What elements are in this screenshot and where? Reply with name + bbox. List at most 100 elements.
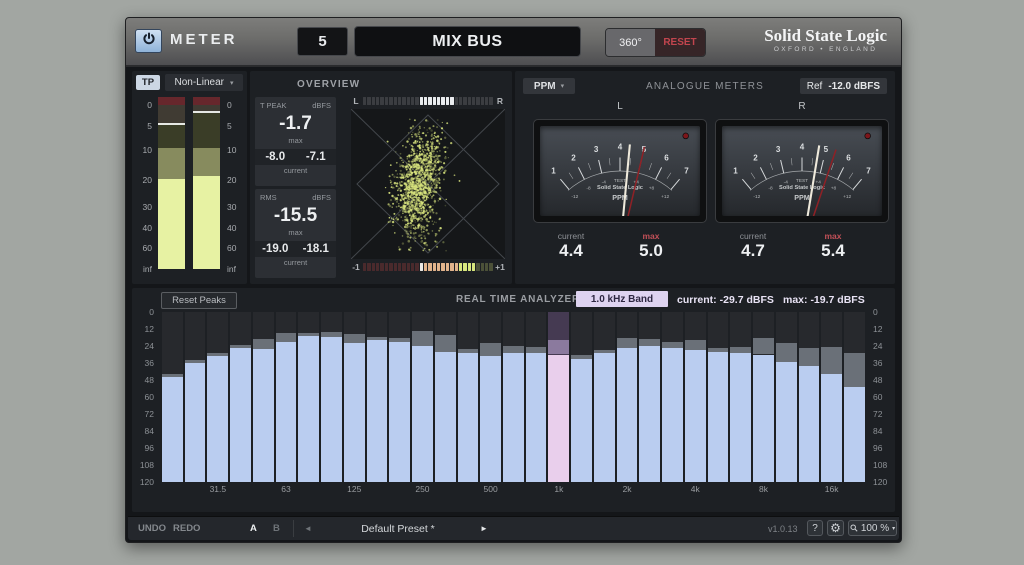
- rta-band[interactable]: [708, 312, 729, 482]
- power-button[interactable]: [135, 29, 162, 53]
- rta-band[interactable]: [639, 312, 660, 482]
- brand-logo: Solid State Logic OXFORD • ENGLAND: [764, 26, 887, 53]
- rta-band-peak: [685, 340, 706, 350]
- selected-band-chip[interactable]: 1.0 kHz Band: [576, 291, 668, 307]
- rta-band[interactable]: [344, 312, 365, 482]
- tpeak-max-caption: max: [255, 136, 336, 145]
- reset-peaks-button[interactable]: Reset Peaks: [161, 292, 237, 309]
- help-button[interactable]: ?: [807, 520, 823, 536]
- preset-prev-button[interactable]: ◄: [304, 517, 312, 540]
- rta-band-peak: [367, 337, 388, 340]
- scale-mode-dropdown[interactable]: Non-Linear ▾: [165, 74, 243, 91]
- rta-band[interactable]: [298, 312, 319, 482]
- rta-frequency-label: 1k: [548, 484, 569, 494]
- undo-button[interactable]: UNDO: [138, 517, 166, 540]
- rta-band[interactable]: [753, 312, 774, 482]
- rta-axis-label: 36: [869, 358, 895, 368]
- rta-band[interactable]: [526, 312, 547, 482]
- meter-r-max: max5.4: [798, 231, 868, 261]
- overview-title: OVERVIEW: [297, 79, 360, 90]
- rta-axis-label: 0: [132, 307, 158, 317]
- meter-scale-right: 051020304060inf: [225, 97, 247, 269]
- ab-compare-b[interactable]: B: [273, 517, 280, 540]
- rta-band[interactable]: [799, 312, 820, 482]
- rta-band-peak: [480, 343, 501, 356]
- correlation-segment: [389, 263, 392, 271]
- rta-band[interactable]: [480, 312, 501, 482]
- correlation-segment: [433, 263, 436, 271]
- svg-text:7: 7: [866, 167, 871, 176]
- preset-name[interactable]: Default Preset *: [328, 517, 468, 540]
- rta-band-peak: [503, 346, 524, 353]
- rta-band-peak: [639, 339, 660, 346]
- rta-band-level: [503, 353, 524, 482]
- correlation-segment: [363, 263, 366, 271]
- meter-scale-label: 10: [225, 145, 247, 155]
- settings-gear-button[interactable]: ⚙: [827, 520, 844, 536]
- rta-frequency-label: [571, 484, 592, 494]
- rta-axis-label: 84: [869, 426, 895, 436]
- rta-band-peak: [753, 338, 774, 354]
- preset-next-button[interactable]: ►: [480, 517, 488, 540]
- mode-360-button[interactable]: 360°: [606, 29, 655, 56]
- rta-band[interactable]: [685, 312, 706, 482]
- balance-segment: [415, 97, 418, 105]
- rta-band[interactable]: [162, 312, 183, 482]
- real-time-analyzer-panel: Reset Peaks REAL TIME ANALYZER 1.0 kHz B…: [132, 288, 895, 512]
- rta-band-peak: [344, 334, 365, 343]
- rta-title: REAL TIME ANALYZER: [456, 294, 580, 305]
- correlation-segment: [367, 263, 370, 271]
- rta-frequency-label: 500: [480, 484, 501, 494]
- rta-band[interactable]: [253, 312, 274, 482]
- chevron-down-icon: ▾: [892, 525, 895, 532]
- rta-band[interactable]: [776, 312, 797, 482]
- svg-text:4: 4: [618, 142, 623, 151]
- tpeak-current-caption: current: [255, 166, 336, 175]
- balance-segment: [437, 97, 440, 105]
- rta-band-level: [344, 343, 365, 482]
- svg-text:6: 6: [846, 153, 851, 162]
- meter-l-current: current4.4: [536, 231, 606, 261]
- ref-label: Ref: [807, 81, 823, 92]
- reference-level-control[interactable]: Ref -12.0 dBFS: [800, 78, 887, 94]
- rta-band[interactable]: [458, 312, 479, 482]
- rta-band[interactable]: [821, 312, 842, 482]
- bus-name-field[interactable]: MIX BUS: [354, 26, 581, 57]
- rta-band-level: [594, 353, 615, 482]
- rta-frequency-label: [844, 484, 865, 494]
- rta-band[interactable]: [730, 312, 751, 482]
- rta-frequency-label: [185, 484, 206, 494]
- tp-toggle[interactable]: TP: [136, 75, 160, 90]
- rta-band[interactable]: [185, 312, 206, 482]
- rta-band[interactable]: [548, 312, 569, 482]
- rta-axis-label: 96: [132, 443, 158, 453]
- rta-axis-label: 108: [869, 460, 895, 470]
- correlation-segment: [394, 263, 397, 271]
- balance-segment: [385, 97, 388, 105]
- reset-button[interactable]: RESET: [655, 29, 705, 56]
- rta-band[interactable]: [207, 312, 228, 482]
- rta-band[interactable]: [276, 312, 297, 482]
- rta-band[interactable]: [844, 312, 865, 482]
- rta-axis-label: 12: [132, 324, 158, 334]
- rta-band[interactable]: [230, 312, 251, 482]
- rta-band-peak: [844, 353, 865, 387]
- rta-band[interactable]: [389, 312, 410, 482]
- rta-band[interactable]: [617, 312, 638, 482]
- rta-band-peak: [730, 347, 751, 353]
- rta-band[interactable]: [503, 312, 524, 482]
- tpeak-max-value: -1.7: [255, 113, 336, 135]
- redo-button[interactable]: REDO: [173, 517, 200, 540]
- ab-compare-a[interactable]: A: [250, 517, 257, 540]
- rta-band[interactable]: [435, 312, 456, 482]
- zoom-control[interactable]: 100 % ▾: [848, 520, 897, 536]
- rta-band[interactable]: [571, 312, 592, 482]
- rta-band[interactable]: [412, 312, 433, 482]
- svg-text:+8: +8: [831, 185, 837, 191]
- rta-band-level: [321, 337, 342, 482]
- rta-band[interactable]: [367, 312, 388, 482]
- rta-band[interactable]: [321, 312, 342, 482]
- rta-band[interactable]: [594, 312, 615, 482]
- rta-band[interactable]: [662, 312, 683, 482]
- instance-number-field[interactable]: 5: [297, 27, 348, 56]
